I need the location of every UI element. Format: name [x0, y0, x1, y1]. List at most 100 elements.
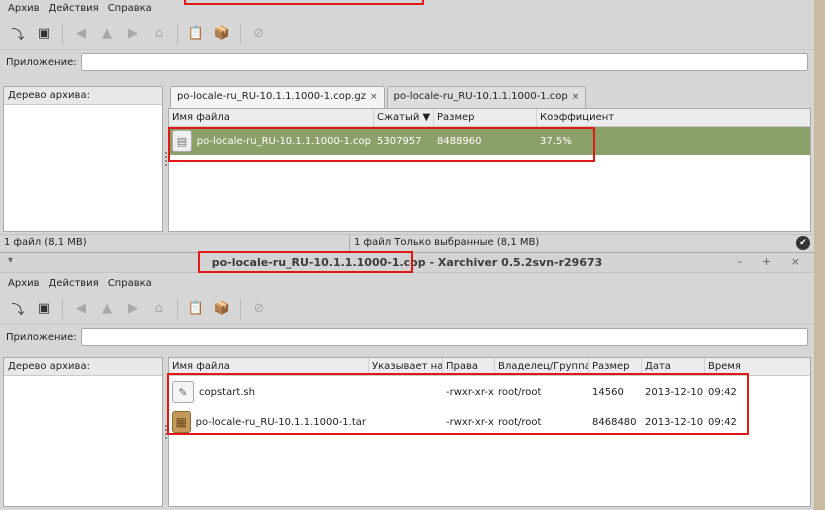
archive-box-icon: ▦ — [172, 411, 191, 433]
document-icon: ▤ — [172, 130, 192, 152]
file-pane: po-locale-ru_RU-10.1.1.1000-1.cop.gz × po… — [168, 86, 811, 232]
toolbar-separator — [240, 298, 241, 319]
add-files-icon[interactable]: 📋 — [186, 24, 206, 44]
tab-cop-gz[interactable]: po-locale-ru_RU-10.1.1.1000-1.cop.gz × — [170, 86, 385, 108]
col-size[interactable]: Размер — [589, 358, 642, 375]
menu-actions[interactable]: Действия — [49, 3, 99, 14]
window-title-file: po-locale-ru_RU-10.1.1.1000-1.cop — [211, 256, 426, 269]
ok-check-icon: ✔ — [796, 236, 810, 250]
toolbar: ⤵ ▣ ◀ ▲ ▶ ⌂ 📋 📦 ⊘ — [0, 293, 814, 325]
cell-compressed: 5307957 — [377, 135, 422, 147]
home-icon[interactable]: ⌂ — [149, 24, 169, 44]
file-list: Имя файла Указывает на Права Владелец/Гр… — [168, 357, 811, 507]
cell-filename: ▤ po-locale-ru_RU-10.1.1.1000-1.cop — [169, 130, 374, 152]
menu-actions[interactable]: Действия — [49, 278, 99, 289]
archive-tree[interactable]: Дерево архива: — [3, 86, 163, 232]
col-time[interactable]: Время — [705, 358, 810, 375]
desktop-edge — [814, 0, 825, 510]
cell-perms: -rwxr-xr-x — [446, 386, 494, 398]
column-headers: Имя файла Указывает на Права Владелец/Гр… — [169, 358, 810, 376]
cell-size: 8488960 — [437, 135, 482, 147]
tab-label: po-locale-ru_RU-10.1.1.1000-1.cop — [393, 91, 568, 102]
filename-text: po-locale-ru_RU-10.1.1.1000-1.tar — [195, 416, 366, 428]
status-left: 1 файл (8,1 MB) — [0, 235, 350, 251]
cell-ratio: 37.5% — [540, 135, 572, 147]
tab-label: po-locale-ru_RU-10.1.1.1000-1.cop.gz — [177, 91, 366, 102]
cell-owner: root/root — [498, 416, 542, 428]
toolbar-separator — [240, 23, 241, 44]
filename-text: copstart.sh — [199, 386, 255, 398]
cell-time: 09:42 — [708, 416, 737, 428]
col-link[interactable]: Указывает на — [369, 358, 443, 375]
window-controls[interactable]: – + × — [737, 255, 808, 268]
titlebar: ▾ po-locale-ru_RU-10.1.1.1000-1.cop - Xa… — [0, 253, 814, 273]
toolbar-separator — [177, 298, 178, 319]
window-title: po-locale-ru_RU-10.1.1.1000-1.cop - Xarc… — [0, 256, 814, 269]
tab-cop[interactable]: po-locale-ru_RU-10.1.1.1000-1.cop × — [386, 86, 587, 108]
stop-icon[interactable]: ⊘ — [249, 299, 269, 319]
forward-arrow-icon[interactable]: ▶ — [123, 299, 143, 319]
col-compressed[interactable]: Сжатый ▼ — [374, 109, 434, 126]
status-right: 1 файл Только выбранные (8,1 MB) — [354, 237, 540, 248]
col-filename[interactable]: Имя файла — [169, 109, 374, 126]
window-title-app: - Xarchiver 0.5.2svn-r29673 — [425, 256, 603, 269]
archive-tree-header: Дерево архива: — [4, 358, 162, 376]
menu-help[interactable]: Справка — [108, 3, 152, 14]
content-panes: Дерево архива: Имя файла Указывает на Пр… — [3, 357, 811, 507]
add-files-icon[interactable]: 📋 — [186, 299, 206, 319]
table-row[interactable]: ▦ po-locale-ru_RU-10.1.1.1000-1.tar -rwx… — [169, 408, 810, 436]
stop-icon[interactable]: ⊘ — [249, 24, 269, 44]
col-owner[interactable]: Владелец/Группа — [495, 358, 589, 375]
table-row[interactable]: ✎ copstart.sh -rwxr-xr-x root/root 14560… — [169, 378, 810, 406]
application-label: Приложение: — [6, 56, 77, 68]
toolbar-separator — [177, 23, 178, 44]
cell-size: 8468480 — [592, 416, 637, 428]
cell-date: 2013-12-10 — [645, 416, 704, 428]
col-date[interactable]: Дата — [642, 358, 705, 375]
tab-bar: po-locale-ru_RU-10.1.1.1000-1.cop.gz × po… — [168, 86, 811, 108]
menubar: Архив Действия Справка — [0, 273, 814, 293]
close-tab-icon[interactable]: × — [572, 92, 580, 102]
forward-arrow-icon[interactable]: ▶ — [123, 24, 143, 44]
open-archive-icon[interactable]: ▣ — [34, 24, 54, 44]
script-icon: ✎ — [172, 381, 194, 403]
home-icon[interactable]: ⌂ — [149, 299, 169, 319]
cell-filename: ✎ copstart.sh — [169, 381, 369, 403]
extract-icon[interactable]: 📦 — [212, 299, 232, 319]
open-archive-icon[interactable]: ▣ — [34, 299, 54, 319]
xarchiver-window-top: Архив Действия Справка ⤵ ▣ ◀ ▲ ▶ ⌂ 📋 📦 ⊘… — [0, 0, 814, 252]
extract-icon[interactable]: 📦 — [212, 24, 232, 44]
col-ratio[interactable]: Коэффициент — [537, 109, 810, 126]
content-panes: Дерево архива: po-locale-ru_RU-10.1.1.10… — [3, 86, 811, 232]
col-size[interactable]: Размер — [434, 109, 537, 126]
back-arrow-icon[interactable]: ◀ — [71, 299, 91, 319]
application-label: Приложение: — [6, 331, 77, 343]
toolbar-separator — [62, 298, 63, 319]
back-arrow-icon[interactable]: ◀ — [71, 24, 91, 44]
application-bar: Приложение: — [0, 325, 814, 349]
menu-help[interactable]: Справка — [108, 278, 152, 289]
cell-size: 14560 — [592, 386, 624, 398]
menubar: Архив Действия Справка — [0, 0, 814, 18]
up-arrow-icon[interactable]: ▲ — [97, 24, 117, 44]
file-list: Имя файла Сжатый ▼ Размер Коэффициент ▤ … — [168, 108, 811, 232]
col-perms[interactable]: Права — [443, 358, 495, 375]
application-input[interactable] — [80, 53, 808, 71]
menu-archive[interactable]: Архив — [8, 278, 40, 289]
archive-tree[interactable]: Дерево архива: — [3, 357, 163, 507]
col-filename[interactable]: Имя файла — [169, 358, 369, 375]
archive-tree-header: Дерево архива: — [4, 87, 162, 105]
close-tab-icon[interactable]: × — [370, 92, 378, 102]
new-archive-icon[interactable]: ⤵ — [8, 24, 28, 44]
up-arrow-icon[interactable]: ▲ — [97, 299, 117, 319]
menu-archive[interactable]: Архив — [8, 3, 40, 14]
application-input[interactable] — [80, 328, 808, 346]
filename-text: po-locale-ru_RU-10.1.1.1000-1.cop — [196, 135, 371, 147]
statusbar: 1 файл (8,1 MB) 1 файл Только выбранные … — [0, 234, 814, 251]
cell-date: 2013-12-10 — [645, 386, 704, 398]
cell-owner: root/root — [498, 386, 542, 398]
application-bar: Приложение: — [0, 50, 814, 74]
cell-time: 09:42 — [708, 386, 737, 398]
new-archive-icon[interactable]: ⤵ — [8, 299, 28, 319]
table-row[interactable]: ▤ po-locale-ru_RU-10.1.1.1000-1.cop 5307… — [169, 127, 810, 155]
